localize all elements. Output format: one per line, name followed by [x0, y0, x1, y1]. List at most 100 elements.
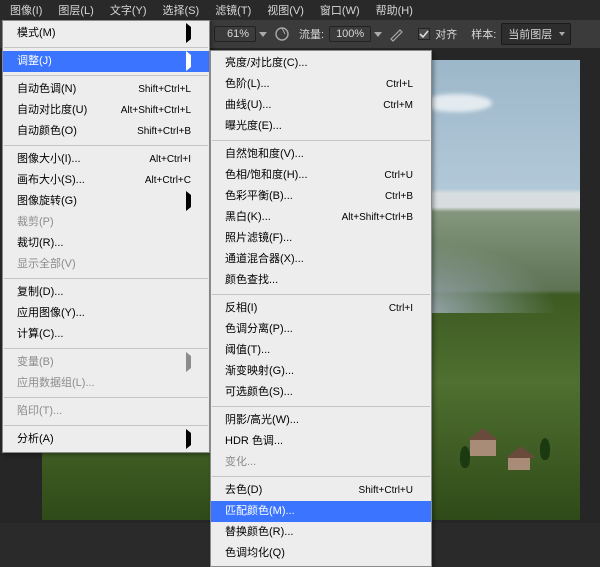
- menu-item-threshold[interactable]: 阈值(T)...: [211, 340, 431, 361]
- menu-item-duplicate[interactable]: 复制(D)...: [3, 282, 209, 303]
- menu-item-shortcut: Alt+Shift+Ctrl+B: [342, 210, 413, 225]
- menu-item-label: 可选颜色(S)...: [225, 385, 293, 400]
- submenu-arrow-icon: [186, 23, 191, 43]
- menu-item-label: 应用数据组(L)...: [17, 376, 95, 391]
- menu-item-label: 调整(J): [17, 54, 52, 69]
- menu-separator: [4, 278, 208, 279]
- menu-item-label: 去色(D): [225, 483, 262, 498]
- menu-item-color-balance[interactable]: 色彩平衡(B)... Ctrl+B: [211, 186, 431, 207]
- image-menu: 模式(M) 调整(J) 自动色调(N) Shift+Ctrl+L 自动对比度(U…: [2, 20, 210, 453]
- menu-item-equalize[interactable]: 色调均化(Q): [211, 543, 431, 564]
- menu-item-brightness-contrast[interactable]: 亮度/对比度(C)...: [211, 53, 431, 74]
- zoom-dropdown-icon[interactable]: [259, 30, 267, 38]
- menu-item-desaturate[interactable]: 去色(D) Shift+Ctrl+U: [211, 480, 431, 501]
- menu-item-variations: 变化...: [211, 452, 431, 473]
- menu-item-label: 陷印(T)...: [17, 404, 62, 419]
- menu-item-label: 自动色调(N): [17, 82, 76, 97]
- menu-item-auto-color[interactable]: 自动颜色(O) Shift+Ctrl+B: [3, 121, 209, 142]
- menu-item-vibrance[interactable]: 自然饱和度(V)...: [211, 144, 431, 165]
- menu-item-image-size[interactable]: 图像大小(I)... Alt+Ctrl+I: [3, 149, 209, 170]
- menu-view[interactable]: 视图(V): [259, 0, 312, 20]
- submenu-arrow-icon: [186, 51, 191, 71]
- sample-value: 当前图层: [508, 29, 552, 41]
- menu-separator: [212, 476, 430, 477]
- menu-item-label: 阈值(T)...: [225, 343, 270, 358]
- sample-select[interactable]: 当前图层: [501, 23, 571, 45]
- menu-item-crop: 裁剪(P): [3, 212, 209, 233]
- menu-text[interactable]: 文字(Y): [102, 0, 155, 20]
- menu-item-apply-dataset: 应用数据组(L)...: [3, 373, 209, 394]
- align-label: 对齐: [433, 26, 459, 42]
- airbrush-icon[interactable]: [388, 25, 406, 43]
- menu-separator: [212, 294, 430, 295]
- menu-item-shortcut: Ctrl+I: [389, 301, 413, 316]
- menu-item-canvas-size[interactable]: 画布大小(S)... Alt+Ctrl+C: [3, 170, 209, 191]
- menu-item-invert[interactable]: 反相(I) Ctrl+I: [211, 298, 431, 319]
- menu-item-shortcut: Shift+Ctrl+U: [359, 483, 413, 498]
- menu-item-label: 分析(A): [17, 432, 54, 447]
- menu-item-label: 模式(M): [17, 26, 56, 41]
- flow-dropdown-icon[interactable]: [374, 30, 382, 38]
- menu-item-label: 亮度/对比度(C)...: [225, 56, 308, 71]
- menu-item-label: 反相(I): [225, 301, 257, 316]
- menu-item-label: 色阶(L)...: [225, 77, 270, 92]
- menu-layer[interactable]: 图层(L): [50, 0, 101, 20]
- menu-item-label: 自然饱和度(V)...: [225, 147, 304, 162]
- menu-item-label: 渐变映射(G)...: [225, 364, 294, 379]
- menu-separator: [4, 348, 208, 349]
- zoom-value: 61%: [227, 28, 249, 40]
- menu-item-shadow-highlight[interactable]: 阴影/高光(W)...: [211, 410, 431, 431]
- pressure-icon[interactable]: [273, 25, 291, 43]
- menu-item-gradient-map[interactable]: 渐变映射(G)...: [211, 361, 431, 382]
- menu-item-mode[interactable]: 模式(M): [3, 23, 209, 44]
- submenu-arrow-icon: [186, 352, 191, 372]
- menu-item-shortcut: Alt+Ctrl+C: [145, 173, 191, 188]
- zoom-percent[interactable]: 61%: [214, 26, 256, 42]
- menu-item-auto-contrast[interactable]: 自动对比度(U) Alt+Shift+Ctrl+L: [3, 100, 209, 121]
- flow-percent[interactable]: 100%: [329, 26, 371, 42]
- menu-item-label: 色调分离(P)...: [225, 322, 293, 337]
- menu-separator: [212, 140, 430, 141]
- adjustments-submenu: 亮度/对比度(C)... 色阶(L)... Ctrl+L 曲线(U)... Ct…: [210, 50, 432, 567]
- menu-item-analysis[interactable]: 分析(A): [3, 429, 209, 450]
- menu-item-label: 图像大小(I)...: [17, 152, 81, 167]
- menu-item-adjust[interactable]: 调整(J): [3, 51, 209, 72]
- menu-item-hdr-toning[interactable]: HDR 色调...: [211, 431, 431, 452]
- menu-item-label: 计算(C)...: [17, 327, 63, 342]
- menu-separator: [4, 397, 208, 398]
- menu-item-label: 色相/饱和度(H)...: [225, 168, 308, 183]
- menu-filter[interactable]: 滤镜(T): [207, 0, 259, 20]
- submenu-arrow-icon: [186, 429, 191, 449]
- menu-help[interactable]: 帮助(H): [368, 0, 421, 20]
- align-checkbox[interactable]: [418, 28, 430, 40]
- menu-item-curves[interactable]: 曲线(U)... Ctrl+M: [211, 95, 431, 116]
- menu-item-rotate[interactable]: 图像旋转(G): [3, 191, 209, 212]
- menu-item-black-white[interactable]: 黑白(K)... Alt+Shift+Ctrl+B: [211, 207, 431, 228]
- menu-item-apply-image[interactable]: 应用图像(Y)...: [3, 303, 209, 324]
- menu-item-label: 应用图像(Y)...: [17, 306, 85, 321]
- menu-item-hue-saturation[interactable]: 色相/饱和度(H)... Ctrl+U: [211, 165, 431, 186]
- menu-window[interactable]: 窗口(W): [312, 0, 368, 20]
- menu-item-replace-color[interactable]: 替换颜色(R)...: [211, 522, 431, 543]
- menu-image[interactable]: 图像(I): [2, 0, 50, 20]
- menu-item-label: 图像旋转(G): [17, 194, 77, 209]
- menu-item-auto-tone[interactable]: 自动色调(N) Shift+Ctrl+L: [3, 79, 209, 100]
- menu-item-color-lookup[interactable]: 颜色查找...: [211, 270, 431, 291]
- sample-label: 样本:: [469, 26, 498, 42]
- submenu-arrow-icon: [186, 191, 191, 211]
- menu-item-levels[interactable]: 色阶(L)... Ctrl+L: [211, 74, 431, 95]
- menu-item-label: 照片滤镜(F)...: [225, 231, 292, 246]
- menu-item-match-color[interactable]: 匹配颜色(M)...: [211, 501, 431, 522]
- menu-item-posterize[interactable]: 色调分离(P)...: [211, 319, 431, 340]
- menu-item-trim[interactable]: 裁切(R)...: [3, 233, 209, 254]
- menu-item-shortcut: Ctrl+U: [384, 168, 413, 183]
- menu-item-selective-color[interactable]: 可选颜色(S)...: [211, 382, 431, 403]
- menu-item-exposure[interactable]: 曝光度(E)...: [211, 116, 431, 137]
- menu-item-photo-filter[interactable]: 照片滤镜(F)...: [211, 228, 431, 249]
- menu-item-label: 曲线(U)...: [225, 98, 271, 113]
- menu-item-label: 裁剪(P): [17, 215, 54, 230]
- menu-item-channel-mixer[interactable]: 通道混合器(X)...: [211, 249, 431, 270]
- menubar: 图像(I) 图层(L) 文字(Y) 选择(S) 滤镜(T) 视图(V) 窗口(W…: [0, 0, 600, 20]
- menu-select[interactable]: 选择(S): [155, 0, 208, 20]
- menu-item-calculations[interactable]: 计算(C)...: [3, 324, 209, 345]
